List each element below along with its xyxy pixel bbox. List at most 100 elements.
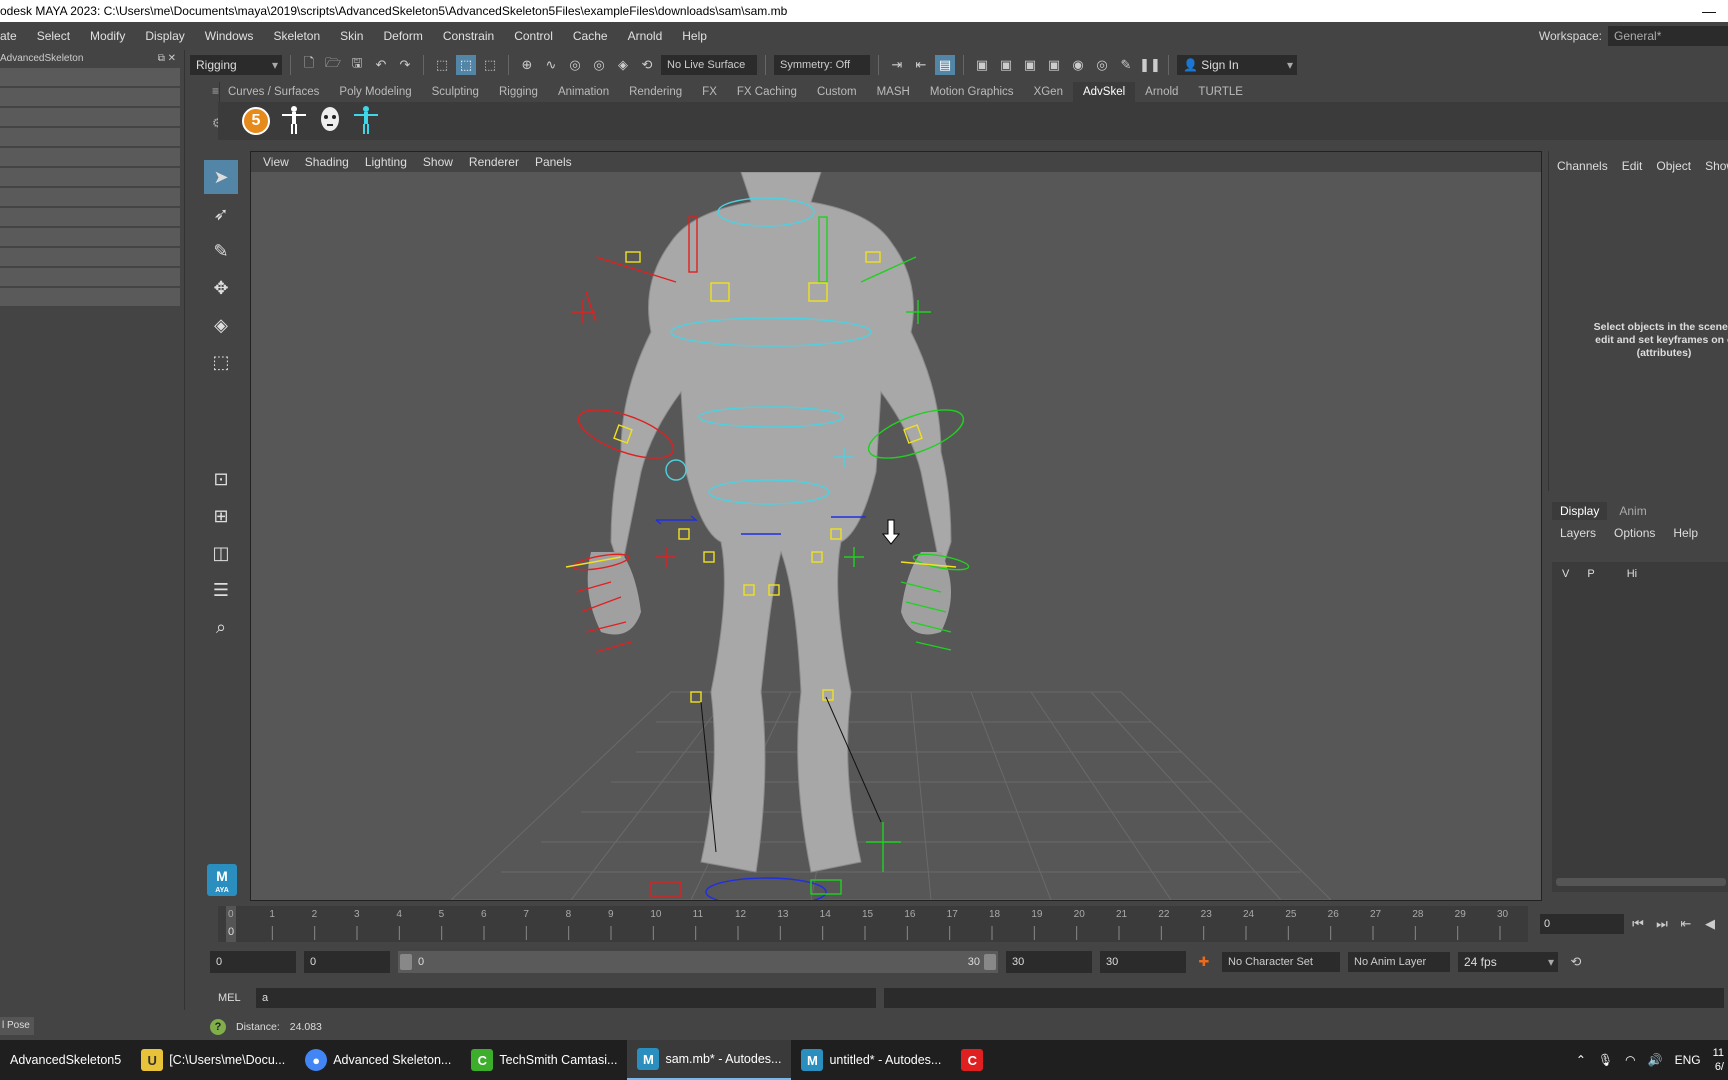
menu-skin[interactable]: Skin <box>330 29 373 43</box>
layer-list[interactable]: V P Hi <box>1552 562 1728 892</box>
select-hierarchy-icon[interactable]: ⬚ <box>432 55 452 75</box>
layers-menu[interactable]: Layers <box>1560 526 1596 540</box>
move-tool-icon[interactable]: ✥ <box>204 271 238 305</box>
tab-custom[interactable]: Custom <box>807 82 867 102</box>
snap-live-icon[interactable]: ⟲ <box>637 55 657 75</box>
anim-layer-field[interactable]: No Anim Layer <box>1348 952 1450 972</box>
time-slider[interactable]: 0 0 1 2 3 4 5 6 7 8 9 10 11 12 13 14 15 16 17 18 19 20 21 22 23 2… <box>218 906 1528 942</box>
snap-grid-icon[interactable]: ⊕ <box>517 55 537 75</box>
clock[interactable]: 11 6/ <box>1713 1046 1724 1074</box>
viewport-menu-view[interactable]: View <box>255 155 297 169</box>
microphone-icon[interactable]: 🎙 <box>1598 1053 1613 1067</box>
close-icon[interactable]: ✕ <box>168 53 176 64</box>
panel-row[interactable] <box>0 88 180 108</box>
tab-arnold[interactable]: Arnold <box>1135 82 1188 102</box>
panel-row[interactable] <box>0 208 180 228</box>
render-settings-icon[interactable]: ▣ <box>1044 55 1064 75</box>
menu-constrain[interactable]: Constrain <box>433 29 504 43</box>
options-menu[interactable]: Options <box>1614 526 1655 540</box>
current-frame-field[interactable]: 0 <box>1540 914 1624 934</box>
render-view-icon[interactable]: ▣ <box>972 55 992 75</box>
tab-poly-modeling[interactable]: Poly Modeling <box>329 82 421 102</box>
character-set-field[interactable]: No Character Set <box>1222 952 1340 972</box>
snap-view-icon[interactable]: ◎ <box>589 55 609 75</box>
tab-fx-caching[interactable]: FX Caching <box>727 82 807 102</box>
minimize-icon[interactable]: — <box>1702 0 1716 22</box>
menu-skeleton[interactable]: Skeleton <box>263 29 330 43</box>
tab-motion-graphics[interactable]: Motion Graphics <box>920 82 1024 102</box>
tab-rendering[interactable]: Rendering <box>619 82 692 102</box>
playback-start-field[interactable]: 0 <box>304 951 390 973</box>
range-end-handle[interactable] <box>984 954 996 970</box>
arnold-lights-icon[interactable]: ✎ <box>1116 55 1136 75</box>
save-scene-icon[interactable]: 🖫 <box>347 55 367 75</box>
step-back-frame-icon[interactable]: ⇤ <box>1676 914 1696 934</box>
tab-rigging[interactable]: Rigging <box>489 82 548 102</box>
scale-tool-icon[interactable]: ⬚ <box>204 345 238 379</box>
redo-icon[interactable]: ↷ <box>395 55 415 75</box>
tab-sculpting[interactable]: Sculpting <box>422 82 489 102</box>
four-view-icon[interactable]: ⊞ <box>204 499 238 533</box>
panel-row[interactable] <box>0 188 180 208</box>
panel-row[interactable] <box>0 148 180 168</box>
taskbar-item-advancedskeleton[interactable]: AdvancedSkeleton5 <box>0 1040 131 1080</box>
menu-help[interactable]: Help <box>672 29 717 43</box>
panel-row[interactable] <box>0 288 180 308</box>
help-icon[interactable]: ? <box>210 1019 226 1035</box>
viewport-menu-lighting[interactable]: Lighting <box>357 155 415 169</box>
tab-mash[interactable]: MASH <box>867 82 920 102</box>
output-ops-icon[interactable]: ⇤ <box>911 55 931 75</box>
playback-end-field[interactable]: 30 <box>1006 951 1092 973</box>
tab-advskel[interactable]: AdvSkel <box>1072 82 1136 102</box>
pause-icon[interactable]: ❚❚ <box>1139 55 1161 75</box>
horizontal-scrollbar[interactable] <box>1556 878 1726 886</box>
select-component-icon[interactable]: ⬚ <box>480 55 500 75</box>
outliner-layout-icon[interactable]: ☰ <box>204 573 238 607</box>
panel-row[interactable] <box>0 268 180 288</box>
volume-icon[interactable]: 🔊 <box>1648 1053 1663 1067</box>
tab-display[interactable]: Display <box>1552 502 1608 520</box>
animation-end-field[interactable]: 30 <box>1100 951 1186 973</box>
menu-select[interactable]: Select <box>27 29 80 43</box>
play-backwards-icon[interactable]: ◀ <box>1700 914 1720 934</box>
taskbar-item-chrome[interactable]: ● Advanced Skeleton... <box>295 1040 461 1080</box>
picker-icon[interactable] <box>352 105 380 138</box>
menu-create[interactable]: ate <box>0 29 27 43</box>
single-perspective-icon[interactable]: ⊡ <box>204 462 238 496</box>
face-setup-icon[interactable] <box>318 106 342 137</box>
select-object-icon[interactable]: ⬚ <box>456 55 476 75</box>
menu-display[interactable]: Display <box>135 29 194 43</box>
new-scene-icon[interactable]: 🗋 <box>299 55 319 75</box>
symmetry-field[interactable]: Symmetry: Off <box>774 55 870 75</box>
search-icon[interactable]: ⌕ <box>204 610 238 644</box>
tab-xgen[interactable]: XGen <box>1024 82 1073 102</box>
render-frame-icon[interactable]: ▣ <box>996 55 1016 75</box>
show-menu[interactable]: Show <box>1705 159 1728 173</box>
object-menu[interactable]: Object <box>1656 159 1691 173</box>
viewport-menu-show[interactable]: Show <box>415 155 461 169</box>
snap-surface-icon[interactable]: ◈ <box>613 55 633 75</box>
ipr-render-icon[interactable]: ▣ <box>1020 55 1040 75</box>
animation-start-field[interactable]: 0 <box>210 951 296 973</box>
rotate-tool-icon[interactable]: ◈ <box>204 308 238 342</box>
panel-row[interactable] <box>0 248 180 268</box>
open-scene-icon[interactable]: 🗁 <box>323 55 343 75</box>
panel-row[interactable] <box>0 228 180 248</box>
two-view-icon[interactable]: ◫ <box>204 536 238 570</box>
input-ops-icon[interactable]: ⇥ <box>887 55 907 75</box>
taskbar-item-maya-sam[interactable]: M sam.mb* - Autodes... <box>627 1040 792 1080</box>
sign-in-dropdown[interactable]: 👤 Sign In <box>1177 55 1297 75</box>
loop-icon[interactable]: ⟲ <box>1566 952 1586 972</box>
select-tool-icon[interactable]: ➤ <box>204 160 238 194</box>
taskbar-item-explorer[interactable]: U [C:\Users\me\Docu... <box>131 1040 295 1080</box>
menu-cache[interactable]: Cache <box>563 29 618 43</box>
range-slider[interactable]: 0 30 <box>398 951 998 973</box>
advanced-skeleton-five-icon[interactable]: 5 <box>242 107 270 135</box>
wifi-icon[interactable]: ◠ <box>1625 1053 1635 1067</box>
3d-viewport[interactable] <box>251 172 1541 900</box>
workspace-dropdown[interactable]: General* <box>1608 26 1728 46</box>
help-menu[interactable]: Help <box>1673 526 1698 540</box>
panel-row[interactable] <box>0 68 180 88</box>
tab-curves-surfaces[interactable]: Curves / Surfaces <box>218 82 329 102</box>
tab-turtle[interactable]: TURTLE <box>1188 82 1253 102</box>
